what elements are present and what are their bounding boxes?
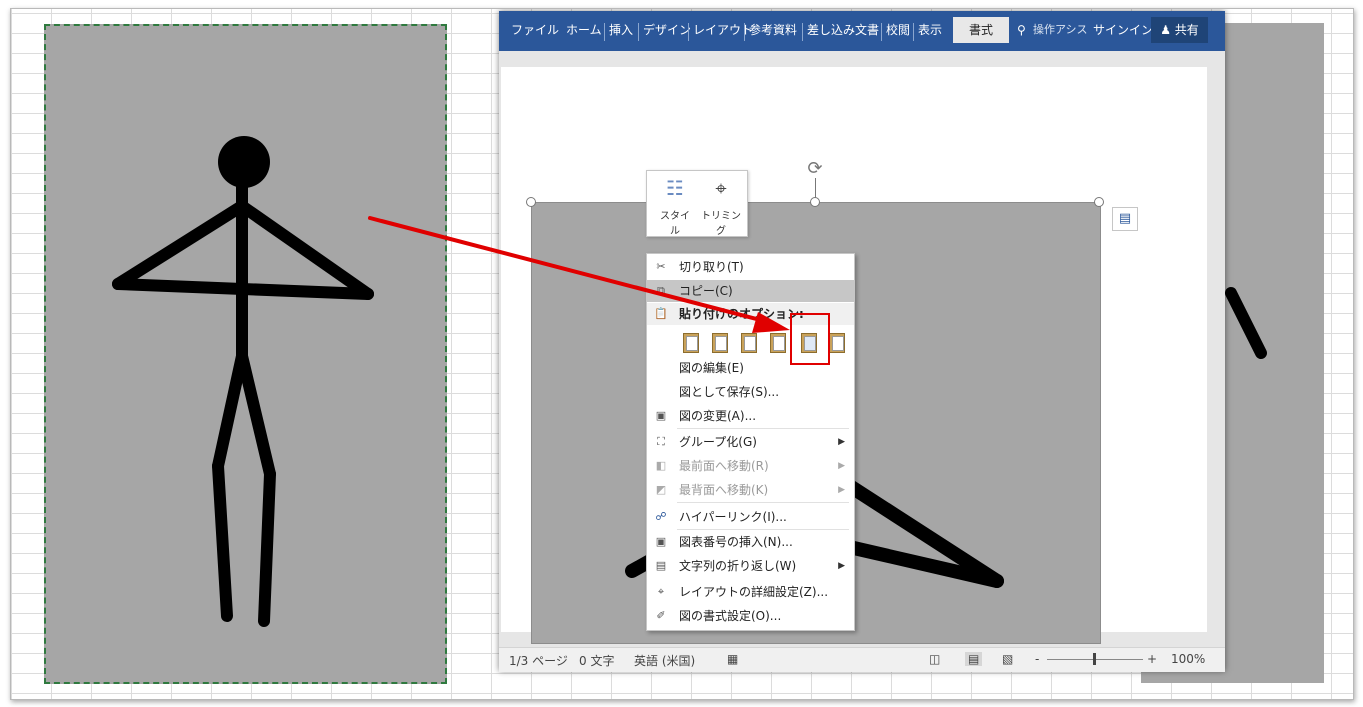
- arrow-head-icon: [752, 312, 790, 333]
- annotation-arrow: [368, 216, 790, 333]
- arrow-line: [368, 216, 770, 324]
